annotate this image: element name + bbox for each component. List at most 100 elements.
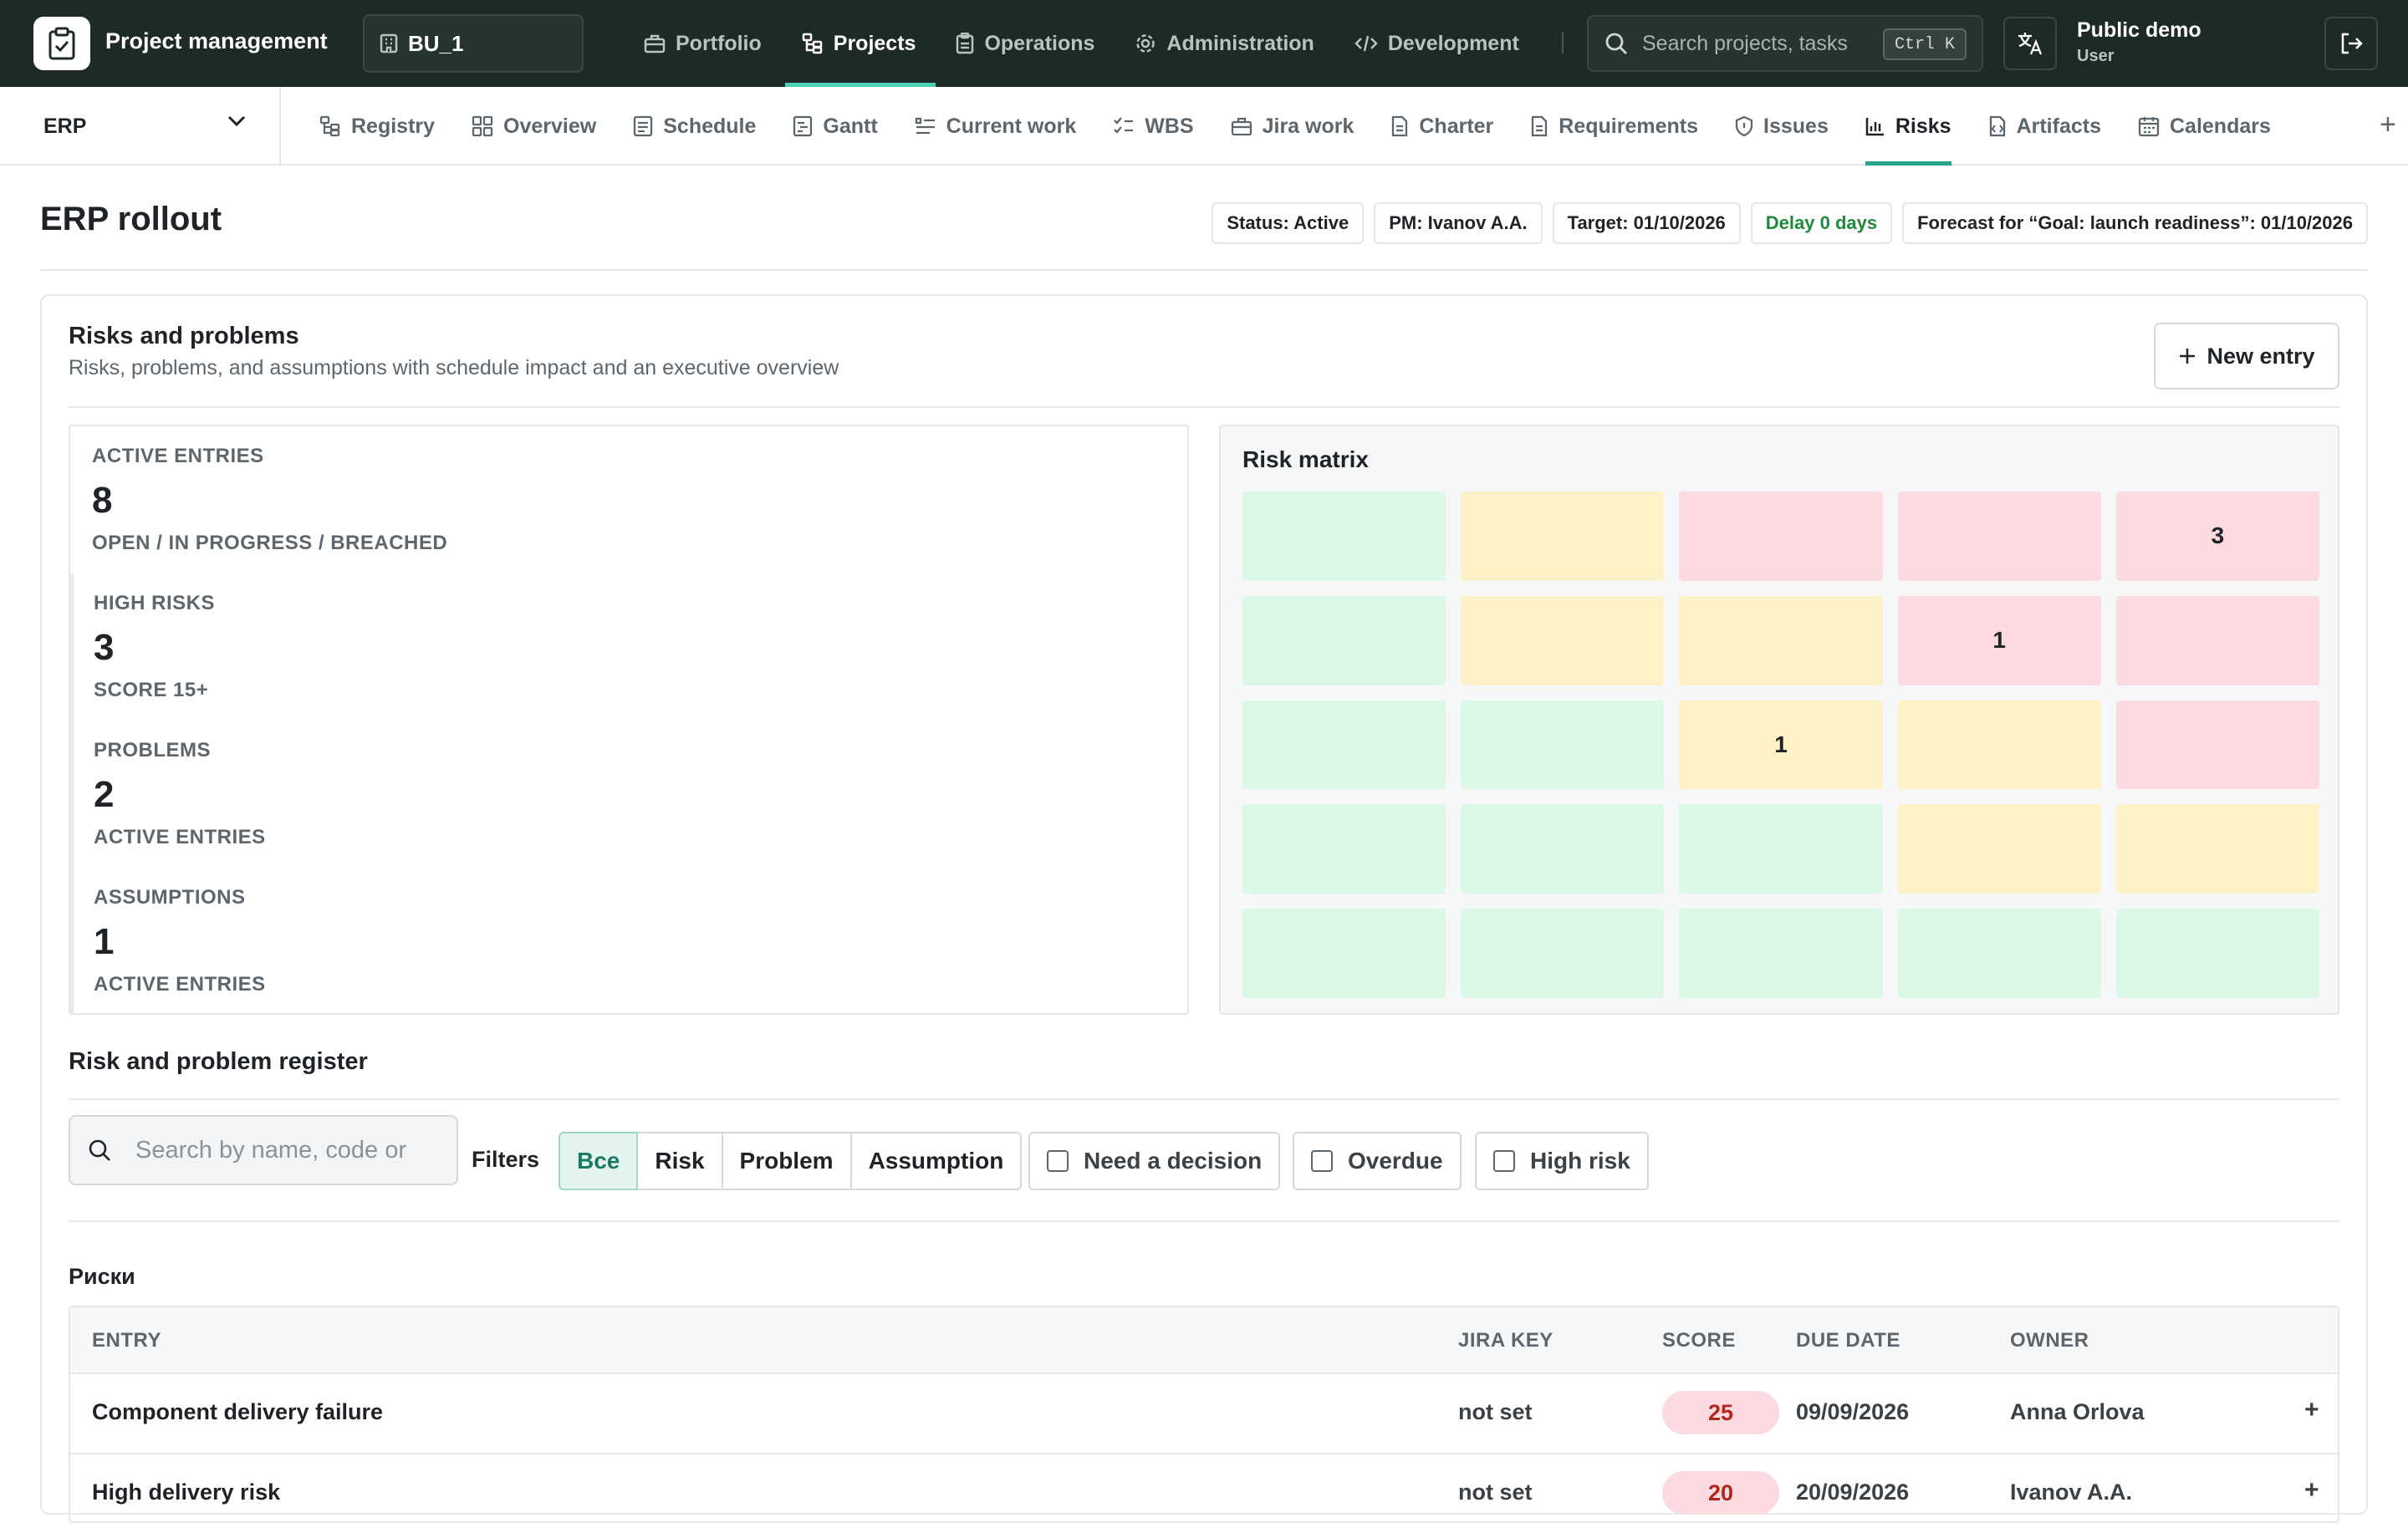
stat-high-risks: HIGH RISKS 3 SCORE 15+ <box>94 592 215 702</box>
risk-matrix-cell[interactable] <box>1679 804 1883 894</box>
tab-wbs[interactable]: WBS <box>1094 87 1212 166</box>
tab-calendars[interactable]: Calendars <box>2120 87 2289 166</box>
entry-name[interactable]: High delivery risk <box>92 1480 280 1505</box>
filter-assumption[interactable]: Assumption <box>849 1132 1023 1190</box>
stat-label: HIGH RISKS <box>94 592 216 614</box>
table-row[interactable]: Component delivery failure not set 25 09… <box>70 1373 2338 1453</box>
high-risk-checkbox[interactable]: High risk <box>1475 1132 1649 1190</box>
grid-icon <box>472 115 493 137</box>
column-header-entry[interactable]: ENTRY <box>92 1329 161 1352</box>
risk-matrix-cell[interactable] <box>1461 700 1665 790</box>
new-entry-button[interactable]: New entry <box>2154 323 2339 390</box>
risk-matrix-cell[interactable] <box>2115 909 2319 998</box>
project-select[interactable]: ERP <box>0 87 281 166</box>
risk-matrix-cell[interactable] <box>1679 491 1883 581</box>
register-title: Risk and problem register <box>69 1048 368 1075</box>
risk-matrix-cell[interactable] <box>2115 804 2319 894</box>
risk-matrix-cell[interactable] <box>2115 700 2319 790</box>
stat-note: ACTIVE ENTRIES <box>94 826 266 848</box>
tab-risks[interactable]: Risks <box>1847 87 1970 166</box>
checklist-icon <box>1113 116 1135 136</box>
top-nav-label: Operations <box>984 31 1095 55</box>
risk-matrix-cell[interactable] <box>1242 909 1446 998</box>
tab-label: Jira work <box>1262 114 1354 138</box>
expand-row-button[interactable]: + <box>2304 1476 2319 1505</box>
stat-label: ACTIVE ENTRIES <box>92 445 264 467</box>
column-header-score[interactable]: SCORE <box>1662 1329 1736 1352</box>
tab-overview[interactable]: Overview <box>453 87 615 166</box>
overdue-checkbox[interactable]: Overdue <box>1293 1132 1462 1190</box>
stat-value: 3 <box>94 627 115 668</box>
bar-chart-icon <box>1865 116 1885 136</box>
top-nav-label: Projects <box>833 31 916 55</box>
tab-label: Risks <box>1895 114 1951 138</box>
column-header-owner[interactable]: OWNER <box>2010 1329 2089 1352</box>
filter-risk[interactable]: Risk <box>636 1132 723 1190</box>
jira-key: not set <box>1458 1480 1533 1505</box>
tab-current-work[interactable]: Current work <box>896 87 1095 166</box>
risk-matrix-cell[interactable]: 1 <box>1897 595 2101 685</box>
risk-matrix-cell[interactable] <box>1897 909 2101 998</box>
register-search-input[interactable] <box>135 1136 420 1164</box>
risk-matrix-cell[interactable] <box>1897 804 2101 894</box>
expand-row-button[interactable]: + <box>2304 1396 2319 1424</box>
top-nav-projects[interactable]: Projects <box>782 0 936 87</box>
risk-matrix-cell[interactable] <box>1461 595 1665 685</box>
score-badge: 20 <box>1662 1471 1779 1515</box>
user-role: User <box>2077 47 2115 65</box>
top-nav-administration[interactable]: Administration <box>1115 0 1334 87</box>
stat-problems: PROBLEMS 2 ACTIVE ENTRIES <box>94 739 266 849</box>
top-nav-development[interactable]: Development <box>1334 0 1539 87</box>
entry-name[interactable]: Component delivery failure <box>92 1399 383 1425</box>
app-logo-icon[interactable] <box>33 17 90 70</box>
top-nav-divider <box>1562 32 1564 53</box>
tab-schedule[interactable]: Schedule <box>615 87 774 166</box>
global-search-input[interactable]: Search projects, tasks Ctrl K <box>1587 15 1983 72</box>
search-shortcut-badge: Ctrl K <box>1882 28 1967 60</box>
checkbox-label: Need a decision <box>1084 1148 1263 1174</box>
column-header-due-date[interactable]: DUE DATE <box>1796 1329 1900 1352</box>
risk-matrix-cell[interactable] <box>2115 595 2319 685</box>
risk-matrix-cell[interactable] <box>1242 595 1446 685</box>
register-search-field[interactable] <box>69 1115 458 1185</box>
risk-matrix-cell[interactable]: 1 <box>1679 700 1883 790</box>
column-header-jira-key[interactable]: JIRA KEY <box>1458 1329 1553 1352</box>
risk-matrix-cell[interactable] <box>1461 804 1665 894</box>
filter-all[interactable]: Все <box>559 1132 639 1190</box>
checkbox-box[interactable] <box>1311 1150 1333 1172</box>
risk-matrix-cell[interactable] <box>1242 700 1446 790</box>
add-tab-button[interactable]: + <box>2380 109 2396 141</box>
logout-button[interactable] <box>2324 17 2378 70</box>
briefcase-icon <box>1231 116 1252 136</box>
top-nav-operations[interactable]: Operations <box>936 0 1115 87</box>
score-badge: 25 <box>1662 1391 1779 1434</box>
risk-matrix-cell[interactable] <box>1461 491 1665 581</box>
tab-artifacts[interactable]: Artifacts <box>1970 87 2120 166</box>
table-row[interactable]: High delivery risk not set 20 20/09/2026… <box>70 1453 2338 1533</box>
top-nav-portfolio[interactable]: Portfolio <box>624 0 782 87</box>
stat-label: PROBLEMS <box>94 739 212 761</box>
tab-charter[interactable]: Charter <box>1372 87 1512 166</box>
risk-matrix-cell[interactable] <box>1679 909 1883 998</box>
risk-matrix-cell[interactable] <box>1897 491 2101 581</box>
tab-label: Overview <box>503 114 597 138</box>
checkbox-box[interactable] <box>1493 1150 1515 1172</box>
tab-issues[interactable]: Issues <box>1717 87 1847 166</box>
language-button[interactable] <box>2003 17 2057 70</box>
tab-jira-work[interactable]: Jira work <box>1212 87 1373 166</box>
risk-matrix-cell[interactable] <box>1242 804 1446 894</box>
need-decision-checkbox[interactable]: Need a decision <box>1028 1132 1281 1190</box>
risk-matrix-cell[interactable] <box>1242 491 1446 581</box>
risk-matrix-cell[interactable] <box>1897 700 2101 790</box>
tab-requirements[interactable]: Requirements <box>1512 87 1717 166</box>
jira-key: not set <box>1458 1399 1533 1424</box>
risk-matrix-cell[interactable] <box>1461 909 1665 998</box>
filter-problem[interactable]: Problem <box>721 1132 852 1190</box>
tab-registry[interactable]: Registry <box>301 87 453 166</box>
stat-value: 1 <box>94 921 115 962</box>
checkbox-box[interactable] <box>1047 1150 1069 1172</box>
risk-matrix-cell[interactable] <box>1679 595 1883 685</box>
tab-gantt[interactable]: Gantt <box>774 87 895 166</box>
risk-matrix-cell[interactable]: 3 <box>2115 491 2319 581</box>
business-unit-select[interactable]: BU_1 <box>363 14 584 73</box>
